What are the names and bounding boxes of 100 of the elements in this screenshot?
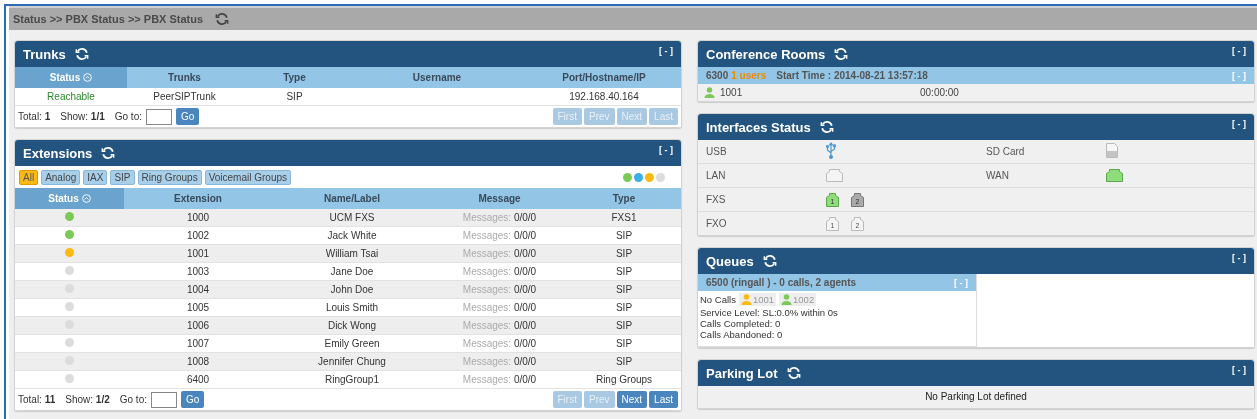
page-button[interactable]: Last bbox=[649, 391, 678, 408]
page-button[interactable]: Next bbox=[616, 391, 648, 408]
total-count: Total: 1 bbox=[18, 111, 51, 122]
table-cell-text: Jane Doe bbox=[329, 266, 375, 277]
table-cell-text: PeerSIPTrunk bbox=[152, 91, 217, 102]
empty-message: No Parking Lot defined bbox=[925, 391, 1027, 402]
table-cell-text: William Tsai bbox=[324, 248, 380, 259]
table-cell-text: 1003 bbox=[185, 266, 211, 277]
panel-title: Parking Lot bbox=[706, 365, 778, 381]
page-input[interactable] bbox=[146, 108, 172, 125]
goto-label: Go to: bbox=[119, 394, 147, 405]
table-cell-text: SIP bbox=[614, 338, 634, 349]
message-cell-text: Messages: 0/0/0 bbox=[461, 230, 538, 241]
call-status: No Calls bbox=[700, 294, 736, 305]
column-header[interactable]: Type bbox=[242, 67, 347, 88]
table-cell-text: 1005 bbox=[185, 302, 211, 313]
message-cell-text: Messages: 0/0/0 bbox=[461, 374, 538, 385]
collapse-toggle[interactable]: [ - ] bbox=[1232, 46, 1246, 56]
collapse-toggle[interactable]: [ - ] bbox=[659, 145, 673, 155]
panel-title: Trunks bbox=[23, 46, 66, 62]
refresh-icon[interactable] bbox=[215, 12, 230, 26]
table-cell-text: 192.168.40.164 bbox=[568, 91, 640, 102]
table-cell-text: Jack White bbox=[326, 230, 378, 241]
table-cell-text: 1002 bbox=[185, 230, 211, 241]
collapse-toggle[interactable]: [ - ] bbox=[1232, 119, 1246, 129]
table-cell-text: 1001 bbox=[185, 248, 211, 259]
member-extension: 1001 bbox=[720, 87, 744, 98]
page-indicator: Show: 1/1 bbox=[60, 111, 105, 122]
column-header[interactable]: Message bbox=[432, 188, 567, 209]
filter-tab[interactable]: All bbox=[19, 170, 39, 185]
interface-label: LAN bbox=[706, 170, 727, 181]
table-cell-text: 6400 bbox=[185, 374, 211, 385]
panel-title: Extensions bbox=[23, 145, 93, 161]
total-count: Total: 11 bbox=[18, 394, 56, 405]
table-cell-text: SIP bbox=[614, 302, 634, 313]
interface-label: USB bbox=[706, 146, 728, 157]
queue-stat: Calls Abandoned: 0 bbox=[700, 329, 783, 340]
collapse-toggle[interactable]: [ - ] bbox=[1232, 365, 1246, 375]
panel-title: Interfaces Status bbox=[706, 119, 811, 135]
collapse-toggle[interactable]: [ - ] bbox=[659, 46, 673, 56]
table-cell-text: Ring Groups bbox=[594, 374, 654, 385]
interface-label: FXS bbox=[706, 194, 727, 205]
filter-tab[interactable]: Voicemail Groups bbox=[204, 170, 292, 185]
table-cell-text: SIP bbox=[614, 356, 634, 367]
interface-label: FXO bbox=[706, 218, 728, 229]
column-header[interactable]: Status bbox=[15, 188, 124, 209]
message-cell-text: Messages: 0/0/0 bbox=[461, 338, 538, 349]
go-button[interactable]: Go bbox=[176, 108, 200, 125]
breadcrumb: Status >> PBX Status >> PBX Status bbox=[13, 13, 204, 25]
queue-stat: Calls Completed: 0 bbox=[700, 318, 781, 329]
column-header[interactable]: Port/Hostname/IP bbox=[527, 67, 681, 88]
table-cell-text: 1007 bbox=[185, 338, 211, 349]
table-cell-text: Jennifer Chung bbox=[317, 356, 387, 367]
table-cell-text: Dick Wong bbox=[326, 320, 378, 331]
message-cell-text: Messages: 0/0/0 bbox=[461, 356, 538, 367]
table-cell-text: SIP bbox=[614, 230, 634, 241]
message-cell-text: Messages: 0/0/0 bbox=[461, 284, 538, 295]
message-cell-text: Messages: 0/0/0 bbox=[461, 266, 538, 277]
table-cell-text: John Doe bbox=[329, 284, 375, 295]
agent-extension: 1002 bbox=[793, 294, 815, 305]
table-cell-text: UCM FXS bbox=[328, 212, 376, 223]
usb-icon bbox=[826, 142, 836, 159]
start-time: Start Time : 2014-08-21 13:57:18 bbox=[776, 70, 928, 81]
table-cell-text: 1000 bbox=[185, 212, 211, 223]
message-cell-text: Messages: 0/0/0 bbox=[461, 320, 538, 331]
table-cell-text: SIP bbox=[614, 320, 634, 331]
sd-card-icon bbox=[1106, 143, 1118, 158]
column-header[interactable]: Trunks bbox=[127, 67, 242, 88]
column-header[interactable]: Extension bbox=[124, 188, 272, 209]
trunk-status: Reachable bbox=[46, 91, 96, 102]
table-cell-text: 1006 bbox=[185, 320, 211, 331]
page-indicator: Show: 1/2 bbox=[65, 394, 110, 405]
column-header[interactable]: Status bbox=[15, 67, 127, 88]
filter-tab[interactable]: Ring Groups bbox=[137, 170, 202, 185]
table-cell-text: SIP bbox=[614, 248, 634, 259]
filter-tab[interactable]: SIP bbox=[110, 170, 135, 185]
message-cell-text: Messages: 0/0/0 bbox=[461, 248, 538, 259]
room-number: 6300 bbox=[706, 70, 729, 81]
message-cell-text: Messages: 0/0/0 bbox=[461, 212, 538, 223]
collapse-toggle[interactable]: [ - ] bbox=[1232, 253, 1246, 263]
panel-title: Queues bbox=[706, 253, 754, 269]
table-cell-text: Louis Smith bbox=[324, 302, 380, 313]
page-input[interactable] bbox=[151, 391, 177, 408]
table-cell-text: FXS1 bbox=[610, 212, 638, 223]
column-header[interactable]: Type bbox=[567, 188, 681, 209]
table-cell-text: 1004 bbox=[185, 284, 211, 295]
panel-title: Conference Rooms bbox=[706, 46, 826, 62]
message-cell-text: Messages: 0/0/0 bbox=[461, 302, 538, 313]
column-header[interactable]: Name/Label bbox=[272, 188, 432, 209]
interface-label: WAN bbox=[986, 170, 1010, 181]
table-cell-text: SIP bbox=[614, 284, 634, 295]
member-duration: 00:00:00 bbox=[920, 87, 960, 98]
table-cell-text: RingGroup1 bbox=[324, 374, 380, 385]
goto-label: Go to: bbox=[114, 111, 142, 122]
table-cell-text: SIP bbox=[285, 91, 304, 102]
go-button[interactable]: Go bbox=[181, 391, 205, 408]
filter-tab[interactable]: Analog bbox=[41, 170, 81, 185]
filter-tab[interactable]: IAX bbox=[83, 170, 108, 185]
queue-stat: Service Level: SL:0.0% within 0s bbox=[700, 307, 838, 318]
column-header[interactable]: Username bbox=[347, 67, 527, 88]
